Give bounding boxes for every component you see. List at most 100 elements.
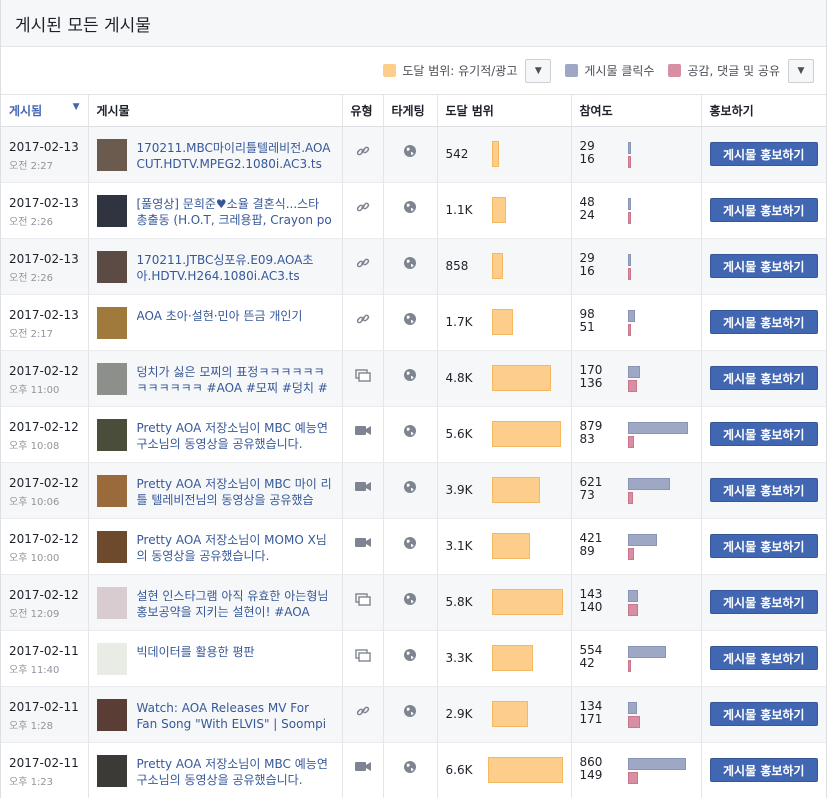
boost-post-button[interactable]: 게시물 홍보하기 — [709, 309, 818, 334]
table-row: 2017-02-13 오전 2:27 170211.MBC마이리틀텔레비전.AO… — [1, 126, 826, 183]
post-cell: AOA 초아·설현·민아 뜬금 개인기 — [88, 294, 343, 351]
promote-cell: 게시물 홍보하기 — [701, 406, 826, 463]
boost-post-button[interactable]: 게시물 홍보하기 — [709, 253, 818, 278]
promote-cell: 게시물 홍보하기 — [701, 350, 826, 407]
clicks-value: 421 — [579, 530, 603, 545]
post-link[interactable]: Pretty AOA 저장소님이 MBC 예능연구소님의 동영상을 공유했습니다… — [137, 420, 334, 452]
link-type-icon — [356, 706, 370, 721]
table-row: 2017-02-13 오전 2:26 [풀영상] 문희준♥소율 결혼식...스타… — [1, 182, 826, 239]
post-link[interactable]: 170211.MBC마이리틀텔레비전.AOA CUT.HDTV.MPEG2.10… — [137, 140, 334, 172]
reactions-value: 16 — [579, 263, 595, 278]
reach-cell: 542 — [437, 126, 572, 183]
globe-icon — [403, 480, 417, 497]
post-link[interactable]: 설현 인스타그램 아직 유효한 아는형님 홍보공약을 지키는 설현이! #AOA — [137, 588, 334, 620]
clicks-value: 143 — [579, 586, 603, 601]
post-cell: 170211.MBC마이리틀텔레비전.AOA CUT.HDTV.MPEG2.10… — [88, 126, 343, 183]
post-thumbnail[interactable] — [96, 642, 127, 675]
boost-post-button[interactable]: 게시물 홍보하기 — [709, 477, 818, 502]
published-time: 오후 10:06 — [9, 496, 60, 508]
post-thumbnail[interactable] — [96, 418, 127, 451]
post-thumbnail[interactable] — [96, 306, 127, 339]
type-cell — [342, 742, 384, 798]
published-date: 2017-02-11 — [9, 699, 79, 714]
boost-post-button[interactable]: 게시물 홍보하기 — [709, 533, 818, 558]
post-thumbnail[interactable] — [96, 530, 127, 563]
targeting-cell — [383, 630, 438, 687]
engagement-cell: 143 140 — [571, 574, 702, 631]
boost-post-button[interactable]: 게시물 홍보하기 — [709, 757, 818, 782]
post-cell: Pretty AOA 저장소님이 MBC 마이 리틀 텔레비전님의 동영상을 공… — [88, 462, 343, 519]
post-link[interactable]: 덩치가 싫은 모찌의 표정ㅋㅋㅋㅋㅋㅋㅋㅋㅋㅋㅋㅋ #AOA #모찌 #덩치 # — [137, 364, 334, 396]
reactions-value: 149 — [579, 767, 603, 782]
post-link[interactable]: Watch: AOA Releases MV For Fan Song "Wit… — [137, 700, 334, 732]
post-thumbnail[interactable] — [96, 698, 127, 731]
post-link[interactable]: Pretty AOA 저장소님이 MBC 마이 리틀 텔레비전님의 동영상을 공… — [137, 476, 334, 508]
type-cell — [342, 294, 384, 351]
type-cell — [342, 574, 384, 631]
published-cell: 2017-02-12 오후 10:08 — [1, 406, 89, 463]
table-row: 2017-02-13 오전 2:17 AOA 초아·설현·민아 뜬금 개인기 1… — [1, 294, 826, 351]
promote-cell: 게시물 홍보하기 — [701, 238, 826, 295]
reactions-bar — [627, 771, 638, 784]
post-link[interactable]: [풀영상] 문희준♥소율 결혼식...스타 총출동 (H.O.T, 크레용팝, … — [137, 196, 334, 228]
posts-panel: 게시된 모든 게시물 도달 범위: 유기적/광고 ▼ 게시물 클릭수 공감, 댓… — [0, 0, 827, 798]
reach-value: 5.8K — [445, 594, 473, 609]
reach-dropdown-button[interactable]: ▼ — [525, 58, 552, 83]
posts-table: 게시됨 ▼ 게시물 유형 타게팅 도달 범위 참여도 홍보하기 2017-02-1… — [1, 95, 826, 798]
boost-post-button[interactable]: 게시물 홍보하기 — [709, 141, 818, 166]
post-link[interactable]: 빅데이터를 활용한 평판 — [137, 644, 255, 676]
legend-label-reach: 도달 범위: 유기적/광고 — [402, 64, 518, 78]
boost-post-button[interactable]: 게시물 홍보하기 — [709, 197, 818, 222]
post-thumbnail[interactable] — [96, 194, 127, 227]
reach-swatch — [383, 64, 397, 77]
boost-post-button[interactable]: 게시물 홍보하기 — [709, 421, 818, 446]
post-link[interactable]: AOA 초아·설현·민아 뜬금 개인기 — [137, 308, 303, 340]
post-link[interactable]: Pretty AOA 저장소님이 MBC 예능연구소님의 동영상을 공유했습니다… — [137, 756, 334, 788]
published-time: 오전 2:27 — [9, 160, 54, 172]
reactions-value: 24 — [579, 207, 595, 222]
post-thumbnail[interactable] — [96, 362, 127, 395]
legend-label-reactions: 공감, 댓글 및 공유 — [687, 64, 780, 78]
boost-post-button[interactable]: 게시물 홍보하기 — [709, 701, 818, 726]
clicks-value: 29 — [579, 138, 595, 153]
reach-bar — [491, 476, 540, 503]
reach-bar — [491, 420, 561, 447]
reach-value: 2.9K — [445, 706, 473, 721]
published-date: 2017-02-12 — [9, 531, 79, 546]
reactions-bar — [627, 323, 631, 336]
published-time: 오후 10:08 — [9, 440, 60, 452]
clicks-bar — [627, 309, 635, 322]
boost-post-button[interactable]: 게시물 홍보하기 — [709, 589, 818, 614]
reach-cell: 2.9K — [437, 686, 572, 743]
published-date: 2017-02-13 — [9, 139, 79, 154]
column-header-type: 유형 — [342, 95, 384, 127]
post-link[interactable]: Pretty AOA 저장소님이 MOMO X님의 동영상을 공유했습니다. — [137, 532, 334, 564]
published-date: 2017-02-12 — [9, 587, 79, 602]
table-row: 2017-02-11 오후 11:40 빅데이터를 활용한 평판 3.3K 55… — [1, 630, 826, 687]
legend-item-reach: 도달 범위: 유기적/광고 — [383, 62, 517, 79]
clicks-bar — [627, 757, 686, 770]
boost-post-button[interactable]: 게시물 홍보하기 — [709, 645, 818, 670]
clicks-bar — [627, 141, 631, 154]
post-thumbnail[interactable] — [96, 474, 127, 507]
table-row: 2017-02-12 오후 10:08 Pretty AOA 저장소님이 MBC… — [1, 406, 826, 463]
post-cell: Pretty AOA 저장소님이 MBC 예능연구소님의 동영상을 공유했습니다… — [88, 742, 343, 798]
reactions-bar — [627, 603, 638, 616]
reach-cell: 5.8K — [437, 574, 572, 631]
boost-post-button[interactable]: 게시물 홍보하기 — [709, 365, 818, 390]
engagement-cell: 134 171 — [571, 686, 702, 743]
post-thumbnail[interactable] — [96, 138, 127, 171]
post-cell: 170211.JTBC싱포유.E09.AOA초아.HDTV.H264.1080i… — [88, 238, 343, 295]
engagement-dropdown-button[interactable]: ▼ — [788, 58, 814, 83]
table-row: 2017-02-12 오전 12:09 설현 인스타그램 아직 유효한 아는형님… — [1, 574, 826, 631]
column-header-reach: 도달 범위 — [437, 95, 572, 127]
post-thumbnail[interactable] — [96, 754, 127, 787]
column-header-published[interactable]: 게시됨 ▼ — [1, 95, 89, 127]
post-thumbnail[interactable] — [96, 586, 127, 619]
published-cell: 2017-02-12 오전 12:09 — [1, 574, 89, 631]
table-row: 2017-02-11 오후 1:23 Pretty AOA 저장소님이 MBC … — [1, 742, 826, 798]
published-date: 2017-02-12 — [9, 475, 79, 490]
reach-cell: 6.6K — [437, 742, 572, 798]
post-link[interactable]: 170211.JTBC싱포유.E09.AOA초아.HDTV.H264.1080i… — [137, 252, 334, 284]
post-thumbnail[interactable] — [96, 250, 127, 283]
